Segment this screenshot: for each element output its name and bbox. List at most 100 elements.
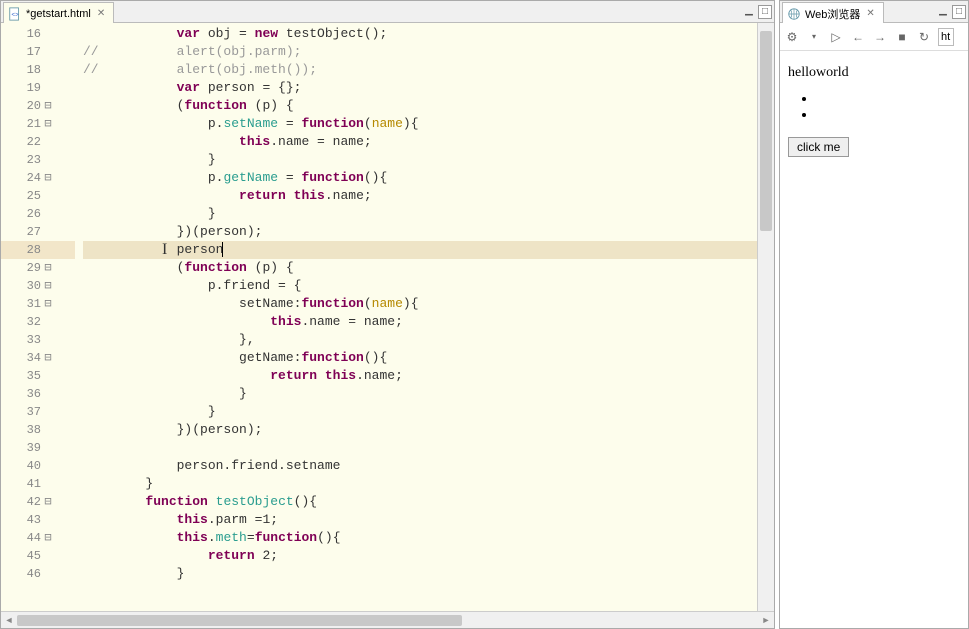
fold-toggle[interactable] bbox=[41, 25, 55, 43]
fold-toggle[interactable] bbox=[41, 133, 55, 151]
code-line[interactable]: this.parm =1; bbox=[83, 511, 757, 529]
code-line[interactable]: } bbox=[83, 565, 757, 583]
editor-tab-title: *getstart.html bbox=[26, 8, 91, 20]
code-line[interactable]: function testObject(){ bbox=[83, 493, 757, 511]
refresh-icon[interactable]: ↻ bbox=[916, 29, 932, 45]
list-item bbox=[816, 91, 960, 107]
fold-column[interactable]: ⊟⊟⊟⊟⊟⊟⊟⊟⊟ bbox=[41, 23, 55, 611]
fold-toggle[interactable] bbox=[41, 187, 55, 205]
code-line[interactable]: var obj = new testObject(); bbox=[83, 25, 757, 43]
code-area[interactable]: 1617181920212223242526272829303132333435… bbox=[1, 23, 774, 611]
fold-toggle[interactable] bbox=[41, 367, 55, 385]
fold-toggle[interactable] bbox=[41, 565, 55, 583]
fold-toggle[interactable] bbox=[41, 61, 55, 79]
code-line[interactable]: return this.name; bbox=[83, 187, 757, 205]
horizontal-scrollbar[interactable]: ◄ ► bbox=[1, 611, 774, 628]
browser-tab-bar: Web浏览器 ✕ ▁ □ bbox=[780, 1, 968, 23]
fold-toggle[interactable]: ⊟ bbox=[41, 295, 55, 313]
code-content[interactable]: var obj = new testObject();// alert(obj.… bbox=[75, 23, 757, 611]
code-line[interactable]: this.meth=function(){ bbox=[83, 529, 757, 547]
scroll-right-icon[interactable]: ► bbox=[758, 613, 774, 628]
globe-icon bbox=[787, 7, 801, 21]
code-line[interactable]: p.getName = function(){ bbox=[83, 169, 757, 187]
code-line[interactable]: } bbox=[83, 205, 757, 223]
forward-icon[interactable]: → bbox=[872, 29, 888, 45]
code-line[interactable]: getName:function(){ bbox=[83, 349, 757, 367]
editor-tab-bar: <> *getstart.html ✕ ▁ □ bbox=[1, 1, 774, 23]
fold-toggle[interactable] bbox=[41, 151, 55, 169]
code-line[interactable]: setName:function(name){ bbox=[83, 295, 757, 313]
back-icon[interactable]: ← bbox=[850, 29, 866, 45]
fold-toggle[interactable] bbox=[41, 331, 55, 349]
code-line[interactable]: }, bbox=[83, 331, 757, 349]
code-line[interactable]: p.friend = { bbox=[83, 277, 757, 295]
fold-toggle[interactable] bbox=[41, 475, 55, 493]
code-line[interactable]: // alert(obj.meth()); bbox=[83, 61, 757, 79]
fold-toggle[interactable] bbox=[41, 511, 55, 529]
code-line[interactable]: // alert(obj.parm); bbox=[83, 43, 757, 61]
fold-toggle[interactable] bbox=[41, 385, 55, 403]
fold-toggle[interactable] bbox=[41, 79, 55, 97]
code-line[interactable]: person.friend.setname bbox=[83, 457, 757, 475]
gear-icon[interactable]: ⚙ bbox=[784, 29, 800, 45]
url-input[interactable] bbox=[938, 28, 954, 46]
code-line[interactable]: (function (p) { bbox=[83, 97, 757, 115]
fold-toggle[interactable]: ⊟ bbox=[41, 169, 55, 187]
fold-toggle[interactable]: ⊟ bbox=[41, 97, 55, 115]
fold-toggle[interactable] bbox=[41, 403, 55, 421]
fold-toggle[interactable] bbox=[41, 241, 55, 259]
fold-toggle[interactable] bbox=[41, 439, 55, 457]
fold-toggle[interactable] bbox=[41, 421, 55, 439]
stop-icon[interactable]: ■ bbox=[894, 29, 910, 45]
code-line[interactable]: } bbox=[83, 475, 757, 493]
go-icon[interactable]: ▷ bbox=[828, 29, 844, 45]
click-me-button[interactable]: click me bbox=[788, 137, 849, 157]
list-item bbox=[816, 107, 960, 123]
fold-toggle[interactable] bbox=[41, 205, 55, 223]
code-line[interactable]: } bbox=[83, 385, 757, 403]
browser-pane: Web浏览器 ✕ ▁ □ ⚙ ▾ ▷ ← → ■ ↻ helloworld cl… bbox=[779, 0, 969, 629]
code-line[interactable]: return this.name; bbox=[83, 367, 757, 385]
page-list bbox=[816, 91, 960, 123]
fold-toggle[interactable]: ⊟ bbox=[41, 115, 55, 133]
fold-toggle[interactable]: ⊟ bbox=[41, 259, 55, 277]
code-line[interactable]: } bbox=[83, 403, 757, 421]
browser-tab[interactable]: Web浏览器 ✕ bbox=[782, 2, 884, 23]
code-line[interactable]: this.name = name; bbox=[83, 313, 757, 331]
code-line[interactable]: })(person); bbox=[83, 421, 757, 439]
fold-toggle[interactable]: ⊟ bbox=[41, 529, 55, 547]
close-icon[interactable]: ✕ bbox=[95, 8, 107, 19]
fold-toggle[interactable] bbox=[41, 313, 55, 331]
code-line[interactable]: person bbox=[83, 241, 757, 259]
code-line[interactable]: var person = {}; bbox=[83, 79, 757, 97]
fold-toggle[interactable] bbox=[41, 547, 55, 565]
vertical-scrollbar[interactable] bbox=[757, 23, 774, 611]
svg-text:<>: <> bbox=[12, 11, 20, 18]
code-line[interactable]: return 2; bbox=[83, 547, 757, 565]
editor-pane: <> *getstart.html ✕ ▁ □ 1617181920212223… bbox=[0, 0, 775, 629]
marker-column bbox=[55, 23, 75, 611]
editor-tab[interactable]: <> *getstart.html ✕ bbox=[3, 2, 114, 23]
code-line[interactable]: (function (p) { bbox=[83, 259, 757, 277]
close-icon[interactable]: ✕ bbox=[864, 8, 876, 19]
maximize-icon[interactable]: □ bbox=[952, 5, 966, 19]
minimize-icon[interactable]: ▁ bbox=[742, 5, 756, 19]
fold-toggle[interactable]: ⊟ bbox=[41, 493, 55, 511]
maximize-icon[interactable]: □ bbox=[758, 5, 772, 19]
fold-toggle[interactable] bbox=[41, 43, 55, 61]
fold-toggle[interactable]: ⊟ bbox=[41, 277, 55, 295]
code-line[interactable]: })(person); bbox=[83, 223, 757, 241]
editor-body: 1617181920212223242526272829303132333435… bbox=[1, 23, 774, 628]
minimize-icon[interactable]: ▁ bbox=[936, 5, 950, 19]
line-number-gutter: 1617181920212223242526272829303132333435… bbox=[1, 23, 41, 611]
code-line[interactable] bbox=[83, 439, 757, 457]
horizontal-scroll-thumb[interactable] bbox=[17, 615, 462, 626]
fold-toggle[interactable] bbox=[41, 223, 55, 241]
fold-toggle[interactable]: ⊟ bbox=[41, 349, 55, 367]
fold-toggle[interactable] bbox=[41, 457, 55, 475]
scroll-left-icon[interactable]: ◄ bbox=[1, 613, 17, 628]
vertical-scroll-thumb[interactable] bbox=[760, 31, 772, 231]
code-line[interactable]: this.name = name; bbox=[83, 133, 757, 151]
code-line[interactable]: p.setName = function(name){ bbox=[83, 115, 757, 133]
code-line[interactable]: } bbox=[83, 151, 757, 169]
